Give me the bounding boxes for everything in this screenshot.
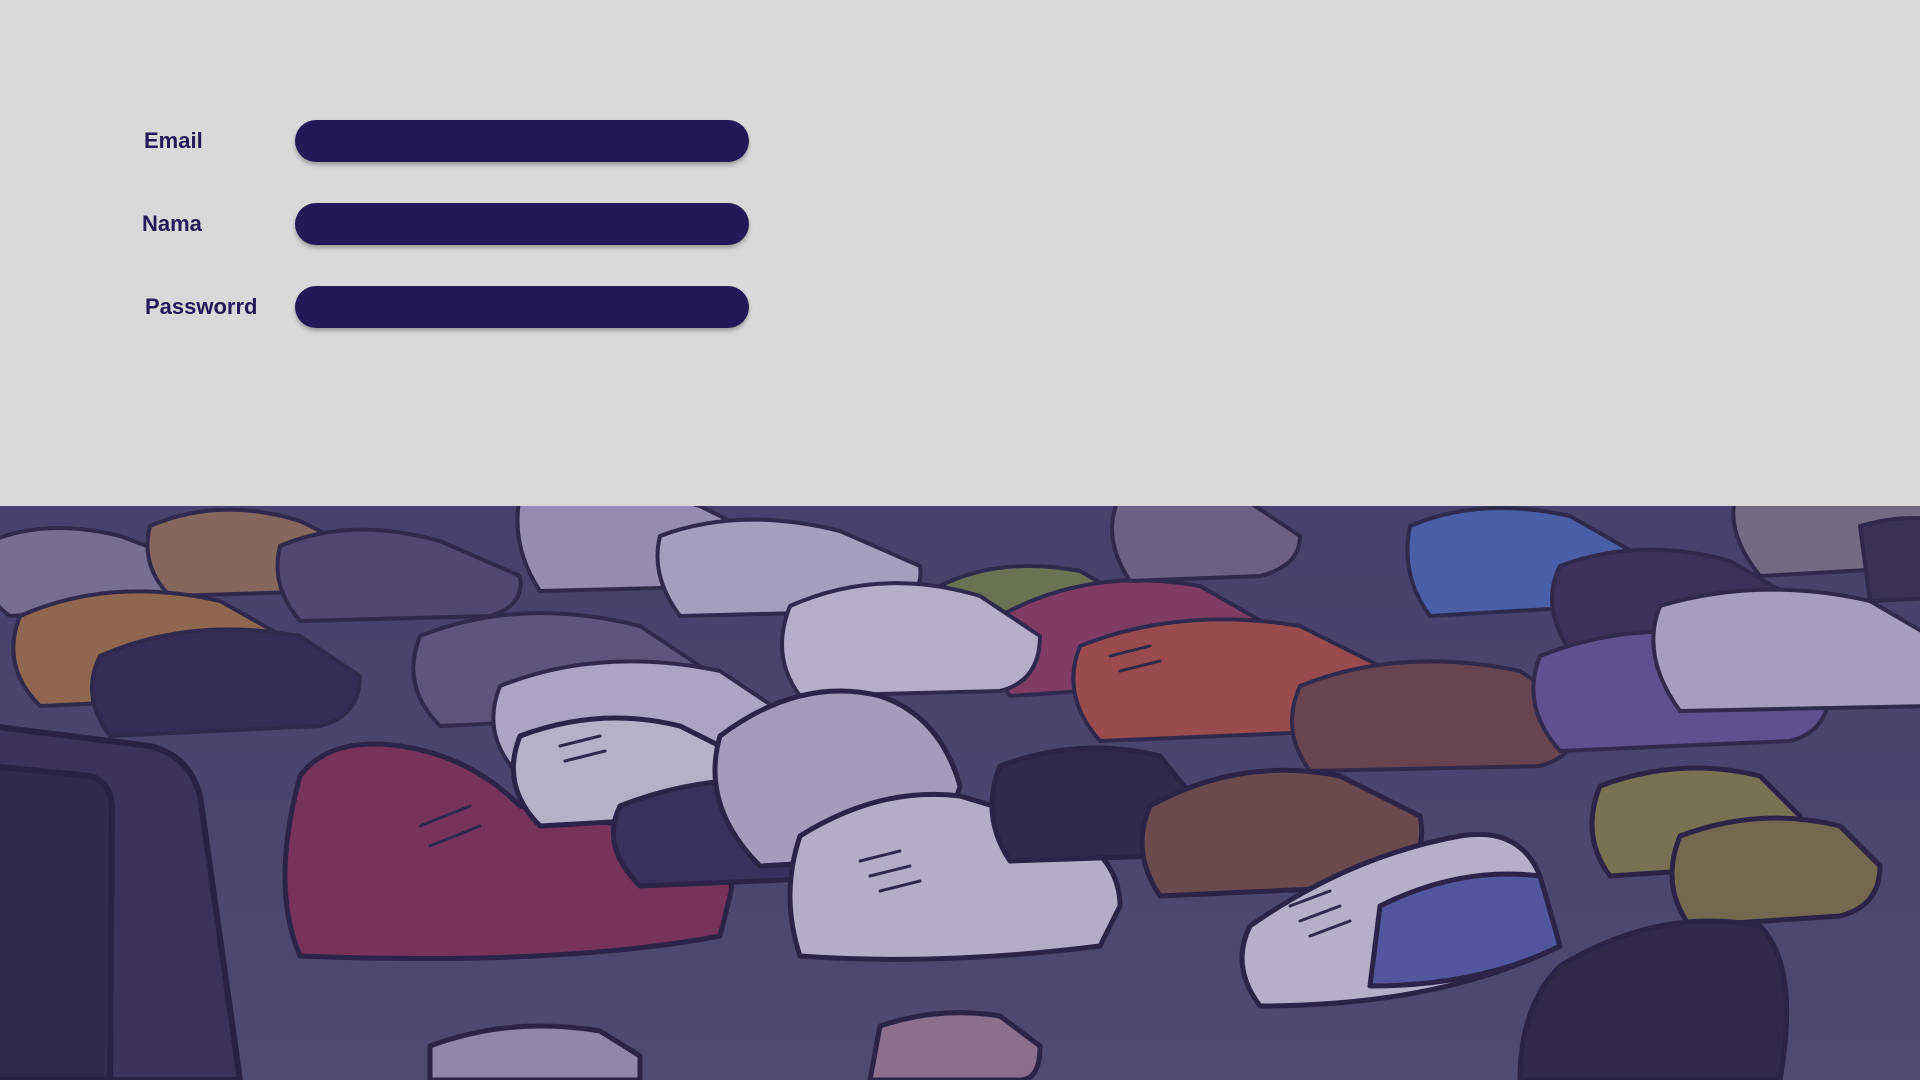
password-row: Passworrd	[0, 286, 760, 328]
email-row: Email	[0, 120, 760, 162]
name-input[interactable]	[295, 203, 749, 245]
signup-form: Email Nama Passworrd	[0, 0, 1920, 506]
shoe-pile-illustration	[0, 506, 1920, 1080]
password-input[interactable]	[295, 286, 749, 328]
shoe-pile-image	[0, 506, 1920, 1080]
signup-page: Email Nama Passworrd	[0, 0, 1920, 1080]
name-label: Nama	[142, 211, 202, 236]
password-label: Passworrd	[145, 294, 258, 319]
name-row: Nama	[0, 203, 760, 245]
email-input[interactable]	[295, 120, 749, 162]
email-label: Email	[144, 128, 203, 153]
